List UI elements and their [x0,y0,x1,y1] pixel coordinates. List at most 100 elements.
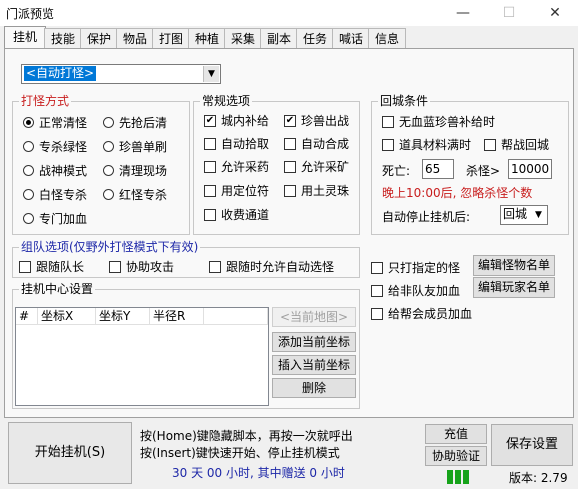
attack-mode-title: 打怪方式 [19,94,72,108]
hint-home: 按(Home)键隐藏脚本，再按一次就呼出 [140,429,353,443]
mode-select[interactable]: <自动打怪> ▼ [21,64,221,84]
follow-auto-select-label: 跟随时允许自动选怪 [226,260,335,274]
general-option[interactable]: 允许采矿 [284,158,349,175]
kill-label: 杀怪> [466,164,501,178]
kill-input[interactable]: 10000 [508,159,552,179]
recharge-button[interactable]: 充值 [425,424,487,444]
center-settings-title: 挂机中心设置 [19,282,96,296]
bag-full-checkbox[interactable]: 道具材料满时 [382,136,471,153]
heal-guild-checkbox[interactable]: 给帮会成员加血 [371,305,472,322]
column-header[interactable]: 坐标X [38,308,96,325]
return-city-title: 回城条件 [378,94,431,108]
checkbox-icon [204,160,216,173]
status-indicator [455,470,461,484]
minimize-button[interactable]: — [440,0,486,26]
verify-button[interactable]: 协助验证 [425,446,487,466]
general-option-label: 自动拾取 [221,137,270,151]
tab-0[interactable]: 挂机 [4,26,46,50]
coordinate-list[interactable]: # 坐标X 坐标Y 半径R [15,307,269,406]
add-coord-button[interactable]: 添加当前坐标 [272,332,356,352]
general-options-group: 常规选项 ✔ 城内补给 ✔ 珍兽出战 自动拾取 自动合成 允许采药 允许采矿 用定位符 用土灵珠收… [193,94,360,235]
tab-2[interactable]: 保护 [80,28,118,49]
save-button[interactable]: 保存设置 [491,424,573,466]
follow-leader-label: 跟随队长 [36,260,85,274]
assist-attack-checkbox[interactable]: 协助攻击 [109,258,174,275]
general-option[interactable]: ✔ 城内补给 [204,112,269,129]
time-remaining: 30 天 00 小时, 其中赠送 0 小时 [172,466,345,480]
tab-8[interactable]: 任务 [296,28,334,49]
checkbox-icon [204,208,216,221]
checkbox-icon [204,184,216,197]
delete-button[interactable]: 删除 [272,378,356,398]
version-label: 版本: 2.79 [509,471,568,485]
heal-nonteam-checkbox[interactable]: 给非队友加血 [371,282,460,299]
guild-return-checkbox[interactable]: 帮战回城 [484,136,549,153]
tab-6[interactable]: 采集 [224,28,262,49]
no-pet-food-checkbox[interactable]: 无血蓝珍兽补给时 [382,113,495,130]
general-option[interactable]: 允许采药 [204,158,269,175]
attack-mode-option[interactable]: 珍兽单刷 [103,138,167,155]
mode-select-value: <自动打怪> [22,65,98,82]
tab-7[interactable]: 副本 [260,28,298,49]
general-option-label: 用定位符 [221,184,270,198]
insert-coord-button[interactable]: 插入当前坐标 [272,355,356,375]
maximize-button[interactable]: ☐ [486,0,532,26]
general-option[interactable]: 自动拾取 [204,135,269,152]
title-bar: 门派预览 — ☐ ✕ [0,0,578,26]
attack-mode-option[interactable]: 战神模式 [23,162,87,179]
auto-stop-select[interactable]: 回城 ▼ [500,205,548,225]
chevron-down-icon: ▼ [203,66,219,82]
radio-icon [103,165,114,176]
column-header[interactable]: 坐标Y [96,308,150,325]
death-label: 死亡: [382,164,411,178]
follow-auto-select-checkbox[interactable]: 跟随时允许自动选怪 [209,258,334,275]
general-option[interactable]: 收费通道 [204,206,269,223]
current-map-button[interactable]: <当前地图> [272,307,356,327]
attack-mode-option[interactable]: 红怪专杀 [103,186,167,203]
close-button[interactable]: ✕ [532,0,578,26]
radio-icon [23,117,34,128]
column-header-filler [204,308,268,325]
assist-attack-label: 协助攻击 [126,260,175,274]
main-panel: <自动打怪> ▼ 打怪方式 正常清怪 先抢后清 专杀绿怪 珍兽单刷战神模式 清理现场白怪… [4,48,574,418]
follow-leader-checkbox[interactable]: 跟随队长 [19,258,84,275]
tab-3[interactable]: 物品 [116,28,154,49]
attack-mode-label: 战神模式 [39,164,88,178]
tab-5[interactable]: 种植 [188,28,226,49]
attack-mode-option[interactable]: 正常清怪 [23,114,87,131]
tab-bar: 挂机 技能 保护 物品 打图 种植 采集 副本 任务 喊话 信息 [4,26,574,50]
radio-icon [23,189,34,200]
general-option[interactable]: 用定位符 [204,182,269,199]
tab-4[interactable]: 打图 [152,28,190,49]
column-header[interactable]: # [16,308,38,325]
attack-mode-label: 白怪专杀 [39,188,88,202]
general-option[interactable]: ✔ 珍兽出战 [284,112,349,129]
only-specified-checkbox[interactable]: 只打指定的怪 [371,259,460,276]
general-option[interactable]: 自动合成 [284,135,349,152]
general-options-title: 常规选项 [200,94,253,108]
column-header[interactable]: 半径R [150,308,204,325]
general-option-label: 允许采矿 [301,160,350,174]
radio-icon [23,213,34,224]
night-note: 晚上10:00后, 忽略杀怪个数 [382,186,533,200]
start-button[interactable]: 开始挂机(S) [8,422,132,484]
tab-10[interactable]: 信息 [368,28,406,49]
status-indicator [447,470,453,484]
death-input[interactable]: 65 [422,159,454,179]
attack-mode-option[interactable]: 白怪专杀 [23,186,87,203]
attack-mode-option[interactable]: 专杀绿怪 [23,138,87,155]
tab-1[interactable]: 技能 [44,28,82,49]
edit-players-button[interactable]: 编辑玩家名单 [473,277,555,298]
attack-mode-option[interactable]: 专门加血 [23,210,87,227]
general-option-label: 用土灵珠 [301,184,350,198]
attack-mode-option[interactable]: 先抢后清 [103,114,167,131]
checkbox-icon: ✔ [284,114,296,127]
general-option[interactable]: 用土灵珠 [284,182,349,199]
attack-mode-label: 珍兽单刷 [119,140,168,154]
heal-guild-label: 给帮会成员加血 [388,307,473,321]
status-indicator [463,470,469,484]
attack-mode-option[interactable]: 清理现场 [103,162,167,179]
general-option-label: 城内补给 [221,114,270,128]
tab-9[interactable]: 喊话 [332,28,370,49]
edit-monsters-button[interactable]: 编辑怪物名单 [473,255,555,276]
